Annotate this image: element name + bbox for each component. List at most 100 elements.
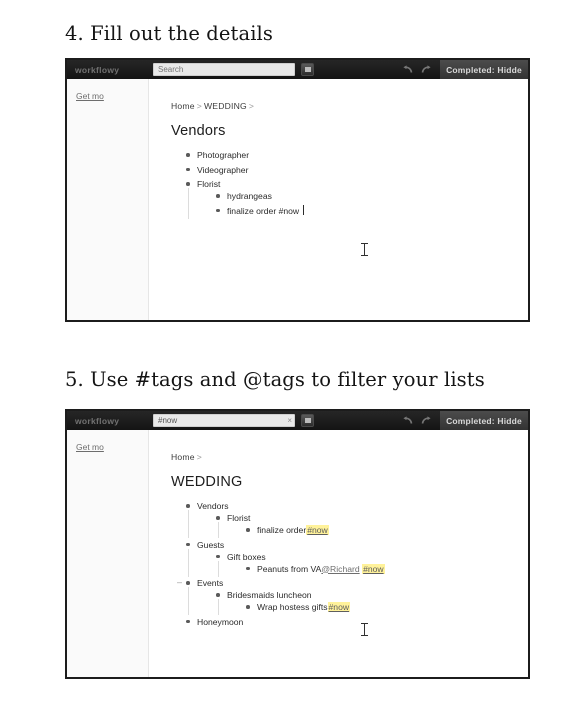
- list-item-label: Wrap hostess gifts: [257, 602, 328, 612]
- search-container-2: ×: [153, 414, 295, 427]
- list-item[interactable]: finalize order #now: [245, 524, 528, 536]
- outline-sublist-1: hydrangeas finalize order #now: [215, 190, 528, 217]
- bullet-icon[interactable]: [216, 593, 220, 597]
- list-item[interactable]: Videographer: [185, 164, 528, 176]
- list-item-label: Bridesmaids luncheon: [227, 590, 312, 600]
- undo-arrow-icon[interactable]: [402, 416, 413, 425]
- list-item[interactable]: Guests Gift boxes Peanuts from VA @Richa…: [185, 539, 528, 577]
- undo-arrow-icon[interactable]: [402, 65, 413, 74]
- bullet-icon[interactable]: [186, 182, 190, 186]
- bullet-icon[interactable]: [186, 542, 190, 547]
- indent-guide: [187, 188, 189, 219]
- redo-arrow-icon[interactable]: [421, 65, 432, 74]
- breadcrumb-item-home[interactable]: Home: [171, 452, 195, 462]
- undo-redo-group-2: [402, 416, 432, 425]
- indent-guide: [217, 599, 219, 615]
- indent-guide: [187, 510, 189, 538]
- bullet-icon[interactable]: [186, 581, 190, 585]
- mouse-ibeam-cursor: [361, 243, 368, 256]
- list-item-label: Guests: [197, 539, 225, 550]
- list-item[interactable]: Photographer: [185, 149, 528, 161]
- list-item-label: Videographer: [197, 164, 249, 175]
- breadcrumb-item-home[interactable]: Home: [171, 101, 195, 111]
- list-item[interactable]: Florist finalize order #now: [215, 512, 528, 538]
- indent-guide: [217, 560, 219, 577]
- square-menu-icon[interactable]: [301, 414, 314, 427]
- redo-arrow-icon[interactable]: [421, 416, 432, 425]
- hashtag-now[interactable]: #now: [362, 563, 385, 574]
- bullet-icon[interactable]: [216, 208, 220, 213]
- clear-search-icon[interactable]: ×: [287, 415, 292, 426]
- list-item-label: finalize order #now: [227, 205, 300, 216]
- list-item-label: finalize order: [257, 525, 307, 535]
- workflowy-logo[interactable]: workflowy: [67, 416, 153, 426]
- list-item-label: Florist: [227, 513, 251, 523]
- bullet-icon[interactable]: [186, 504, 190, 508]
- breadcrumb-2: Home >: [171, 452, 528, 462]
- breadcrumb-separator: >: [196, 101, 202, 111]
- bullet-icon[interactable]: [186, 167, 190, 172]
- sidebar-1: Get mo: [67, 79, 149, 320]
- bullet-icon[interactable]: [246, 566, 250, 571]
- list-item-label: Events: [197, 578, 224, 588]
- undo-redo-group-1: [402, 65, 432, 74]
- list-item-label: hydrangeas: [227, 191, 272, 201]
- list-item-label: Honeymoon: [197, 616, 244, 627]
- list-item[interactable]: Peanuts from VA @Richard #now: [245, 563, 528, 575]
- mention-richard[interactable]: @Richard: [321, 564, 359, 574]
- breadcrumb-separator-2: >: [248, 101, 255, 111]
- outline-list-2: Vendors Florist finalize order #now Gues…: [177, 500, 528, 628]
- app-body-2: Get mo Home > WEDDING Vendors Florist fi…: [67, 430, 528, 677]
- list-item[interactable]: Vendors Florist finalize order #now: [185, 500, 528, 538]
- list-item[interactable]: Gift boxes Peanuts from VA @Richard #now: [215, 551, 528, 577]
- outline-sublist-bridesmaids: Wrap hostess gifts #now: [245, 601, 528, 613]
- collapse-toggle-icon[interactable]: –: [176, 577, 183, 589]
- step-4-heading: 4. Fill out the details: [65, 22, 273, 45]
- workflowy-logo[interactable]: workflowy: [67, 65, 153, 75]
- search-input[interactable]: [153, 414, 295, 427]
- outline-sublist-events: Bridesmaids luncheon Wrap hostess gifts …: [215, 589, 528, 615]
- outline-sublist-florist: finalize order #now: [245, 524, 528, 536]
- sidebar-item-get-more[interactable]: Get mo: [67, 91, 148, 101]
- hashtag-now[interactable]: #now: [306, 525, 329, 535]
- outline-list-1: Photographer Videographer Florist hydran…: [185, 149, 528, 219]
- outline-sublist-guests: Gift boxes Peanuts from VA @Richard #now: [215, 551, 528, 577]
- list-item-label: Gift boxes: [227, 551, 266, 562]
- list-item-editing[interactable]: finalize order #now: [215, 204, 528, 217]
- hashtag-now[interactable]: #now: [327, 602, 351, 612]
- list-item[interactable]: Wrap hostess gifts #now: [245, 601, 528, 613]
- breadcrumb-1: Home > WEDDING >: [171, 101, 528, 111]
- list-item[interactable]: Florist hydrangeas finalize order #now: [185, 178, 528, 219]
- bullet-icon[interactable]: [216, 194, 220, 198]
- app-topbar-2: workflowy × Completed: Hidde: [67, 411, 528, 430]
- page-title[interactable]: WEDDING: [171, 474, 528, 490]
- breadcrumb-separator: >: [196, 452, 202, 462]
- app-topbar-1: workflowy Completed: Hidde: [67, 60, 528, 79]
- list-item-label: Peanuts from VA: [257, 563, 322, 574]
- list-item[interactable]: Honeymoon: [185, 616, 528, 628]
- outline-sublist-vendors: Florist finalize order #now: [215, 512, 528, 538]
- square-menu-icon[interactable]: [301, 63, 314, 76]
- bullet-icon[interactable]: [216, 516, 220, 520]
- sidebar-2: Get mo: [67, 430, 149, 677]
- bullet-icon[interactable]: [186, 153, 190, 157]
- list-item[interactable]: – Events Bridesmaids luncheon Wrap hoste…: [177, 577, 528, 615]
- bullet-icon[interactable]: [246, 528, 250, 532]
- breadcrumb-item-wedding[interactable]: WEDDING: [204, 101, 247, 111]
- list-item[interactable]: hydrangeas: [215, 190, 528, 202]
- sidebar-item-get-more[interactable]: Get mo: [67, 442, 148, 452]
- screenshot-tag-filtering: workflowy × Completed: Hidde Get mo Home…: [65, 409, 530, 679]
- list-item-label: Vendors: [197, 501, 229, 511]
- bullet-icon[interactable]: [216, 554, 220, 559]
- search-input[interactable]: [153, 63, 295, 76]
- content-area-2: Home > WEDDING Vendors Florist finalize …: [149, 430, 528, 677]
- list-item[interactable]: Bridesmaids luncheon Wrap hostess gifts …: [215, 589, 528, 615]
- page-title[interactable]: Vendors: [171, 123, 528, 139]
- completed-visibility-button[interactable]: Completed: Hidde: [440, 411, 528, 430]
- app-body-1: Get mo Home > WEDDING > Vendors Photographe…: [67, 79, 528, 320]
- indent-guide: [187, 548, 189, 577]
- bullet-icon[interactable]: [246, 605, 250, 609]
- bullet-icon[interactable]: [186, 619, 190, 624]
- completed-visibility-button[interactable]: Completed: Hidde: [440, 60, 528, 79]
- indent-guide: [217, 522, 219, 538]
